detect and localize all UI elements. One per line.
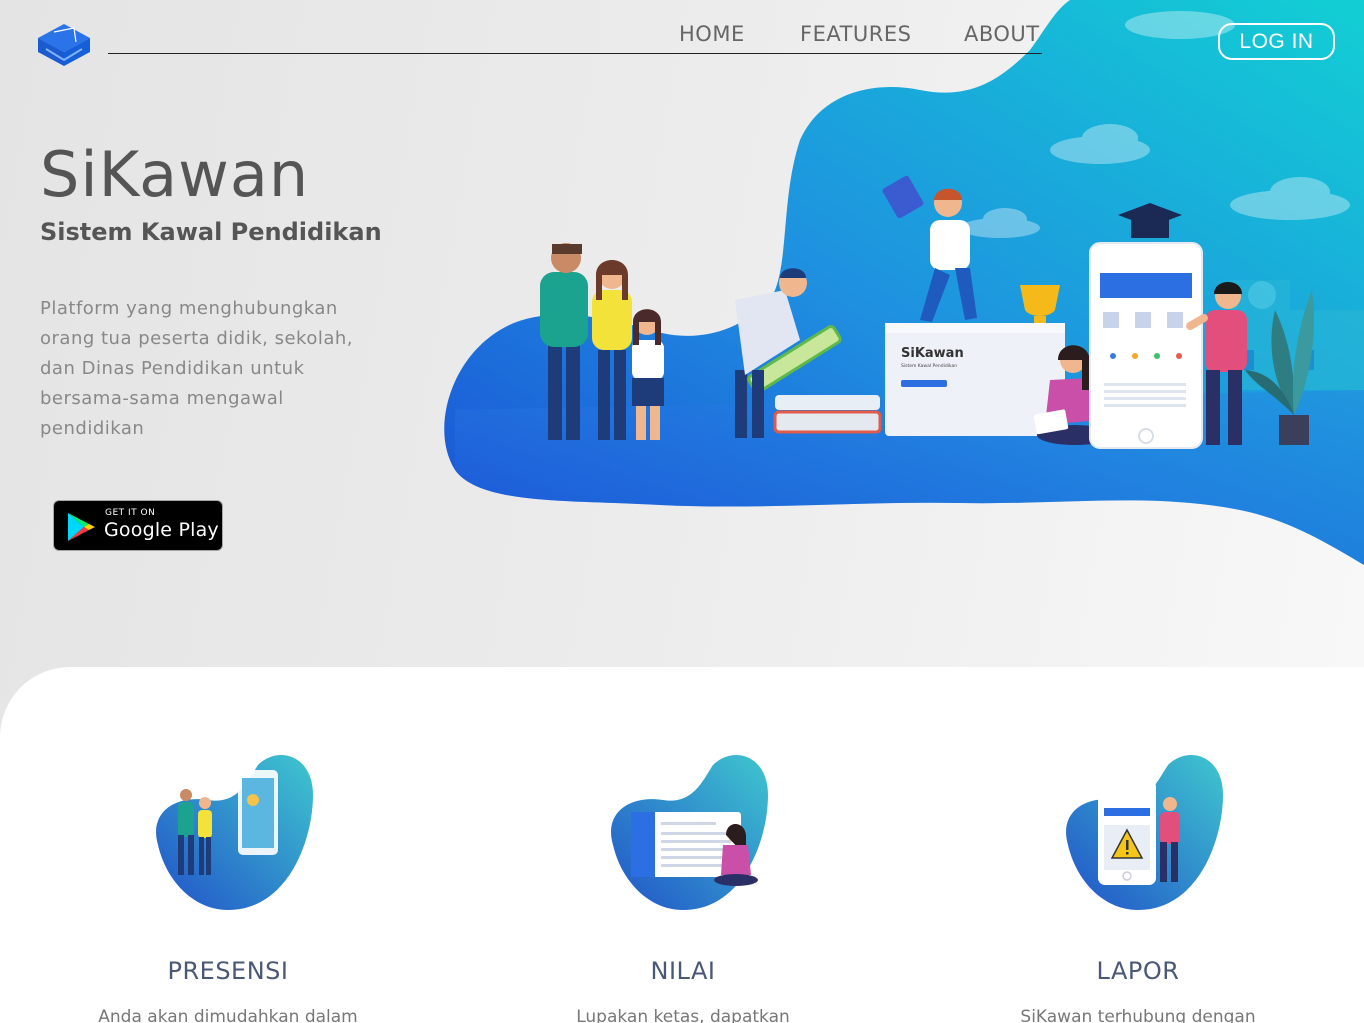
feature-title: NILAI bbox=[650, 957, 716, 985]
feature-presensi: PRESENSI Anda akan dimudahkan dalam bbox=[78, 750, 378, 1023]
main-nav: HOME FEATURES ABOUT bbox=[0, 22, 1364, 52]
presensi-illustration bbox=[156, 755, 313, 910]
nav-about-link[interactable]: ABOUT bbox=[964, 22, 1040, 46]
hero-description: Platform yang menghubungkan orang tua pe… bbox=[40, 298, 354, 439]
hero-screen-subtitle: Sistem Kawal Pendidikan bbox=[901, 363, 957, 369]
badge-big-text: Google Play bbox=[104, 519, 219, 541]
page-subtitle: Sistem Kawal Pendidikan bbox=[40, 218, 382, 246]
nav-divider bbox=[108, 53, 1042, 54]
feature-description: Lupakan ketas, dapatkan bbox=[576, 1007, 790, 1023]
login-button[interactable]: LOG IN bbox=[1218, 23, 1335, 60]
feature-lapor: LAPOR SiKawan terhubung dengan bbox=[988, 750, 1288, 1023]
hero-screen-title: SiKawan bbox=[901, 346, 964, 361]
feature-description: SiKawan terhubung dengan bbox=[1020, 1007, 1256, 1023]
page-title: SiKawan bbox=[40, 138, 310, 211]
feature-description: Anda akan dimudahkan dalam bbox=[98, 1007, 358, 1023]
family-illustration bbox=[540, 243, 664, 440]
google-play-icon bbox=[68, 513, 95, 541]
lapor-illustration bbox=[1066, 755, 1223, 910]
feature-title: LAPOR bbox=[1096, 957, 1180, 985]
google-play-badge[interactable]: GET IT ON Google Play bbox=[53, 500, 223, 551]
feature-title: PRESENSI bbox=[167, 957, 289, 985]
nav-features-link[interactable]: FEATURES bbox=[800, 22, 911, 46]
feature-nilai: NILAI Lupakan ketas, dapatkan bbox=[533, 750, 833, 1023]
nilai-illustration bbox=[611, 755, 768, 910]
nav-home-link[interactable]: HOME bbox=[679, 22, 745, 46]
badge-small-text: GET IT ON bbox=[105, 508, 156, 518]
